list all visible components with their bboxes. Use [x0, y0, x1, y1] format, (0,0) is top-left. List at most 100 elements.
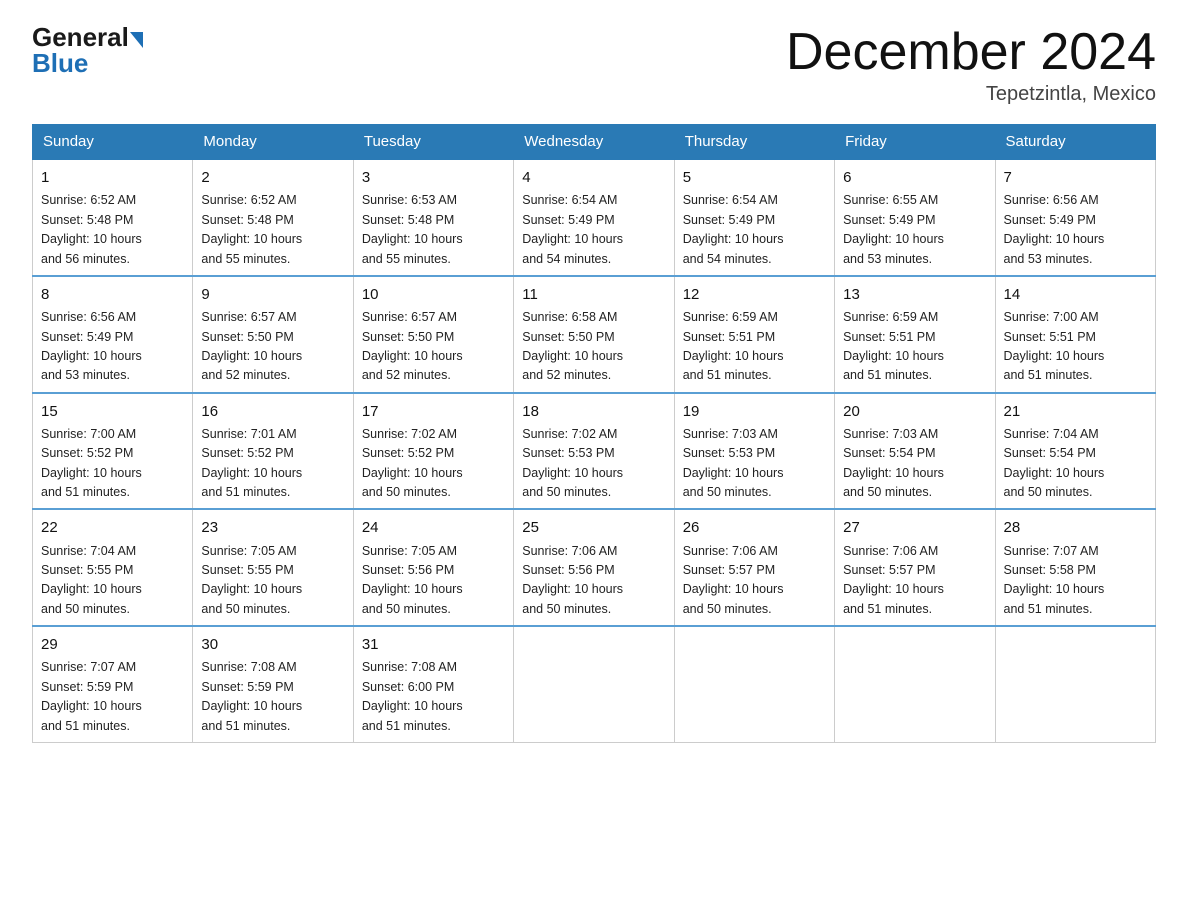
day-number: 16 — [201, 400, 344, 423]
day-info: Sunrise: 6:53 AMSunset: 5:48 PMDaylight:… — [362, 193, 463, 265]
calendar-cell: 6 Sunrise: 6:55 AMSunset: 5:49 PMDaylight… — [835, 159, 995, 276]
day-info: Sunrise: 7:05 AMSunset: 5:55 PMDaylight:… — [201, 544, 302, 616]
day-number: 26 — [683, 516, 826, 539]
day-info: Sunrise: 7:06 AMSunset: 5:57 PMDaylight:… — [683, 544, 784, 616]
day-number: 10 — [362, 283, 505, 306]
location: Tepetzintla, Mexico — [786, 83, 1156, 106]
calendar-cell — [835, 626, 995, 742]
day-info: Sunrise: 6:52 AMSunset: 5:48 PMDaylight:… — [201, 193, 302, 265]
day-number: 14 — [1004, 283, 1147, 306]
calendar-cell — [674, 626, 834, 742]
day-info: Sunrise: 6:52 AMSunset: 5:48 PMDaylight:… — [41, 193, 142, 265]
day-number: 24 — [362, 516, 505, 539]
day-number: 21 — [1004, 400, 1147, 423]
logo-blue-text: Blue — [32, 48, 88, 78]
day-info: Sunrise: 7:03 AMSunset: 5:53 PMDaylight:… — [683, 427, 784, 499]
calendar-cell: 29Sunrise: 7:07 AMSunset: 5:59 PMDayligh… — [33, 626, 193, 742]
title-block: December 2024 Tepetzintla, Mexico — [786, 24, 1156, 106]
day-number: 7 — [1004, 166, 1147, 189]
calendar-cell: 18Sunrise: 7:02 AMSunset: 5:53 PMDayligh… — [514, 393, 674, 510]
day-info: Sunrise: 7:06 AMSunset: 5:57 PMDaylight:… — [843, 544, 944, 616]
day-info: Sunrise: 6:54 AMSunset: 5:49 PMDaylight:… — [522, 193, 623, 265]
day-info: Sunrise: 6:59 AMSunset: 5:51 PMDaylight:… — [683, 310, 784, 382]
day-info: Sunrise: 7:08 AMSunset: 6:00 PMDaylight:… — [362, 660, 463, 732]
calendar-cell: 11 Sunrise: 6:58 AMSunset: 5:50 PMDayligh… — [514, 276, 674, 393]
col-sunday: Sunday — [33, 125, 193, 160]
col-saturday: Saturday — [995, 125, 1155, 160]
calendar-cell: 4Sunrise: 6:54 AMSunset: 5:49 PMDaylight… — [514, 159, 674, 276]
calendar-cell: 9Sunrise: 6:57 AMSunset: 5:50 PMDaylight… — [193, 276, 353, 393]
day-info: Sunrise: 7:06 AMSunset: 5:56 PMDaylight:… — [522, 544, 623, 616]
day-number: 30 — [201, 633, 344, 656]
day-number: 19 — [683, 400, 826, 423]
day-number: 6 — [843, 166, 986, 189]
day-number: 17 — [362, 400, 505, 423]
day-info: Sunrise: 6:58 AMSunset: 5:50 PMDaylight:… — [522, 310, 623, 382]
day-info: Sunrise: 7:04 AMSunset: 5:54 PMDaylight:… — [1004, 427, 1105, 499]
day-number: 15 — [41, 400, 184, 423]
day-number: 22 — [41, 516, 184, 539]
col-tuesday: Tuesday — [353, 125, 513, 160]
calendar-cell: 10 Sunrise: 6:57 AMSunset: 5:50 PMDayligh… — [353, 276, 513, 393]
calendar-cell: 14 Sunrise: 7:00 AMSunset: 5:51 PMDayligh… — [995, 276, 1155, 393]
day-number: 31 — [362, 633, 505, 656]
col-wednesday: Wednesday — [514, 125, 674, 160]
calendar-cell: 21 Sunrise: 7:04 AMSunset: 5:54 PMDayligh… — [995, 393, 1155, 510]
day-info: Sunrise: 7:07 AMSunset: 5:59 PMDaylight:… — [41, 660, 142, 732]
page-header: General Blue December 2024 Tepetzintla, … — [32, 24, 1156, 106]
col-thursday: Thursday — [674, 125, 834, 160]
calendar-cell: 16 Sunrise: 7:01 AMSunset: 5:52 PMDayligh… — [193, 393, 353, 510]
calendar-cell: 15 Sunrise: 7:00 AMSunset: 5:52 PMDayligh… — [33, 393, 193, 510]
day-number: 25 — [522, 516, 665, 539]
calendar-week-3: 15 Sunrise: 7:00 AMSunset: 5:52 PMDayligh… — [33, 393, 1156, 510]
day-number: 23 — [201, 516, 344, 539]
day-info: Sunrise: 7:05 AMSunset: 5:56 PMDaylight:… — [362, 544, 463, 616]
col-monday: Monday — [193, 125, 353, 160]
day-number: 18 — [522, 400, 665, 423]
day-number: 11 — [522, 283, 665, 306]
day-number: 3 — [362, 166, 505, 189]
logo: General Blue — [32, 24, 144, 79]
day-info: Sunrise: 7:04 AMSunset: 5:55 PMDaylight:… — [41, 544, 142, 616]
calendar-cell: 12 Sunrise: 6:59 AMSunset: 5:51 PMDayligh… — [674, 276, 834, 393]
day-info: Sunrise: 7:03 AMSunset: 5:54 PMDaylight:… — [843, 427, 944, 499]
day-info: Sunrise: 7:00 AMSunset: 5:51 PMDaylight:… — [1004, 310, 1105, 382]
day-info: Sunrise: 6:57 AMSunset: 5:50 PMDaylight:… — [362, 310, 463, 382]
day-info: Sunrise: 6:56 AMSunset: 5:49 PMDaylight:… — [41, 310, 142, 382]
day-number: 13 — [843, 283, 986, 306]
day-number: 12 — [683, 283, 826, 306]
day-info: Sunrise: 6:56 AMSunset: 5:49 PMDaylight:… — [1004, 193, 1105, 265]
header-row: Sunday Monday Tuesday Wednesday Thursday… — [33, 125, 1156, 160]
calendar-cell — [995, 626, 1155, 742]
calendar-cell: 30 Sunrise: 7:08 AMSunset: 5:59 PMDayligh… — [193, 626, 353, 742]
day-number: 28 — [1004, 516, 1147, 539]
calendar-cell: 13 Sunrise: 6:59 AMSunset: 5:51 PMDayligh… — [835, 276, 995, 393]
day-info: Sunrise: 7:00 AMSunset: 5:52 PMDaylight:… — [41, 427, 142, 499]
day-info: Sunrise: 6:59 AMSunset: 5:51 PMDaylight:… — [843, 310, 944, 382]
day-info: Sunrise: 7:07 AMSunset: 5:58 PMDaylight:… — [1004, 544, 1105, 616]
day-number: 9 — [201, 283, 344, 306]
logo-general-text: General — [32, 24, 129, 50]
calendar-week-4: 22 Sunrise: 7:04 AMSunset: 5:55 PMDayligh… — [33, 509, 1156, 626]
calendar-body: 1 Sunrise: 6:52 AMSunset: 5:48 PMDaylight… — [33, 159, 1156, 742]
day-info: Sunrise: 7:01 AMSunset: 5:52 PMDaylight:… — [201, 427, 302, 499]
calendar-cell: 28 Sunrise: 7:07 AMSunset: 5:58 PMDayligh… — [995, 509, 1155, 626]
calendar-cell: 27Sunrise: 7:06 AMSunset: 5:57 PMDayligh… — [835, 509, 995, 626]
calendar-cell: 19 Sunrise: 7:03 AMSunset: 5:53 PMDayligh… — [674, 393, 834, 510]
month-title: December 2024 — [786, 24, 1156, 81]
calendar-cell — [514, 626, 674, 742]
day-info: Sunrise: 7:02 AMSunset: 5:52 PMDaylight:… — [362, 427, 463, 499]
calendar-cell: 1 Sunrise: 6:52 AMSunset: 5:48 PMDaylight… — [33, 159, 193, 276]
calendar-cell: 20Sunrise: 7:03 AMSunset: 5:54 PMDayligh… — [835, 393, 995, 510]
calendar-week-5: 29Sunrise: 7:07 AMSunset: 5:59 PMDayligh… — [33, 626, 1156, 742]
calendar-cell: 2Sunrise: 6:52 AMSunset: 5:48 PMDaylight… — [193, 159, 353, 276]
day-info: Sunrise: 7:08 AMSunset: 5:59 PMDaylight:… — [201, 660, 302, 732]
calendar-cell: 7 Sunrise: 6:56 AMSunset: 5:49 PMDaylight… — [995, 159, 1155, 276]
day-number: 5 — [683, 166, 826, 189]
day-info: Sunrise: 6:55 AMSunset: 5:49 PMDaylight:… — [843, 193, 944, 265]
calendar-cell: 3 Sunrise: 6:53 AMSunset: 5:48 PMDaylight… — [353, 159, 513, 276]
day-info: Sunrise: 6:54 AMSunset: 5:49 PMDaylight:… — [683, 193, 784, 265]
day-number: 1 — [41, 166, 184, 189]
calendar-cell: 31 Sunrise: 7:08 AMSunset: 6:00 PMDayligh… — [353, 626, 513, 742]
col-friday: Friday — [835, 125, 995, 160]
